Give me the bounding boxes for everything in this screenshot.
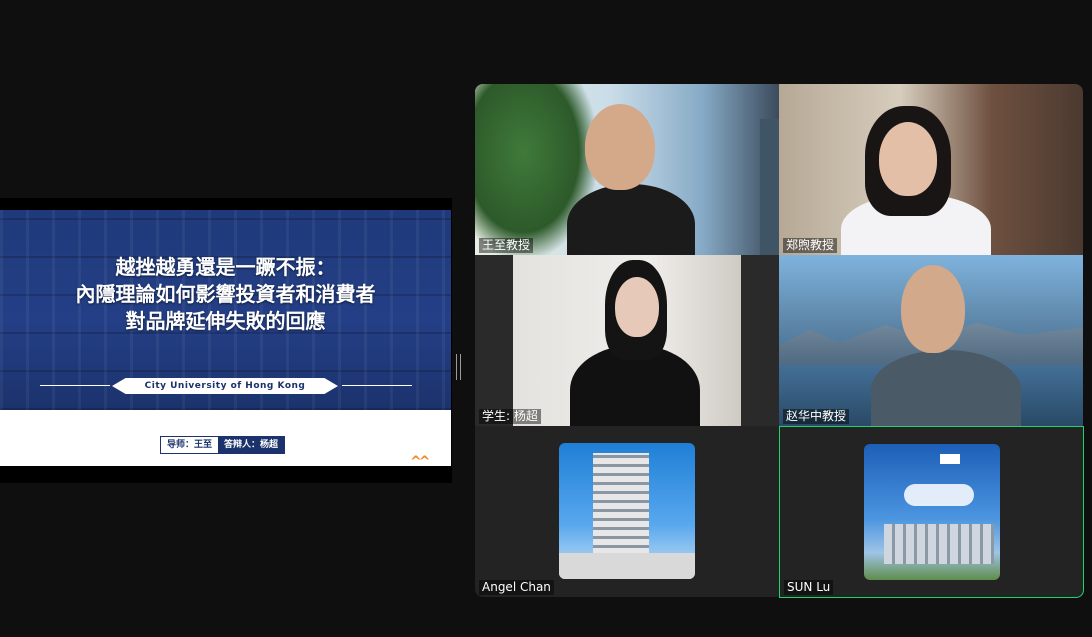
slide-title-line-1: 越挫越勇還是一蹶不振：	[115, 255, 336, 279]
video-tile-3[interactable]: 学生: 杨超	[475, 255, 779, 426]
video-tile-6-active[interactable]: SUN Lu	[779, 426, 1084, 598]
presentation-slide: 越挫越勇還是一蹶不振： 內隱理論如何影響投資者和消費者 對品牌延伸失敗的回應 C…	[0, 210, 451, 466]
slide-title-line-3: 對品牌延伸失敗的回應	[125, 309, 326, 333]
participant-name: 郑煦教授	[783, 238, 838, 253]
video-tile-5[interactable]: Angel Chan	[475, 426, 779, 597]
participant-head	[615, 277, 659, 337]
participant-name: 王至教授	[479, 238, 534, 253]
video-tile-1[interactable]: 王至教授	[475, 84, 779, 255]
participant-name: SUN Lu	[784, 580, 834, 595]
advisor-box: 导师：王至 答辩人：杨超	[160, 436, 286, 454]
university-banner: City University of Hong Kong	[112, 378, 338, 394]
video-tile-2[interactable]: 郑煦教授	[779, 84, 1083, 255]
video-tile-4[interactable]: 赵华中教授	[779, 255, 1083, 426]
campus-image	[884, 524, 994, 564]
participant-name: 赵华中教授	[783, 409, 850, 424]
participant-head	[901, 265, 965, 353]
banner-line-left	[40, 385, 110, 386]
participant-body	[871, 350, 1021, 426]
advisor-label: 导师：王至	[161, 437, 219, 453]
participant-name: 学生: 杨超	[479, 409, 541, 424]
university-logo-icon	[940, 454, 960, 464]
building-background	[760, 119, 779, 255]
participant-head	[585, 104, 655, 190]
profile-picture	[864, 444, 1000, 580]
building-image	[593, 453, 649, 563]
profile-picture	[559, 443, 695, 579]
banner-line-right	[342, 385, 412, 386]
chevron-logo-icon: ^^^^	[410, 454, 431, 466]
cloud-image	[904, 484, 974, 506]
slide-title: 越挫越勇還是一蹶不振： 內隱理論如何影響投資者和消費者 對品牌延伸失敗的回應	[0, 254, 451, 335]
participant-body	[567, 184, 695, 255]
participant-name: Angel Chan	[479, 580, 554, 595]
plaza-image	[559, 553, 695, 579]
defender-label: 答辩人：杨超	[218, 437, 285, 453]
split-resize-handle[interactable]	[456, 354, 461, 380]
participant-head	[879, 122, 937, 196]
shared-screen[interactable]: 越挫越勇還是一蹶不振： 內隱理論如何影響投資者和消費者 對品牌延伸失敗的回應 C…	[0, 198, 452, 483]
slide-title-line-2: 內隱理論如何影響投資者和消費者	[75, 282, 376, 306]
